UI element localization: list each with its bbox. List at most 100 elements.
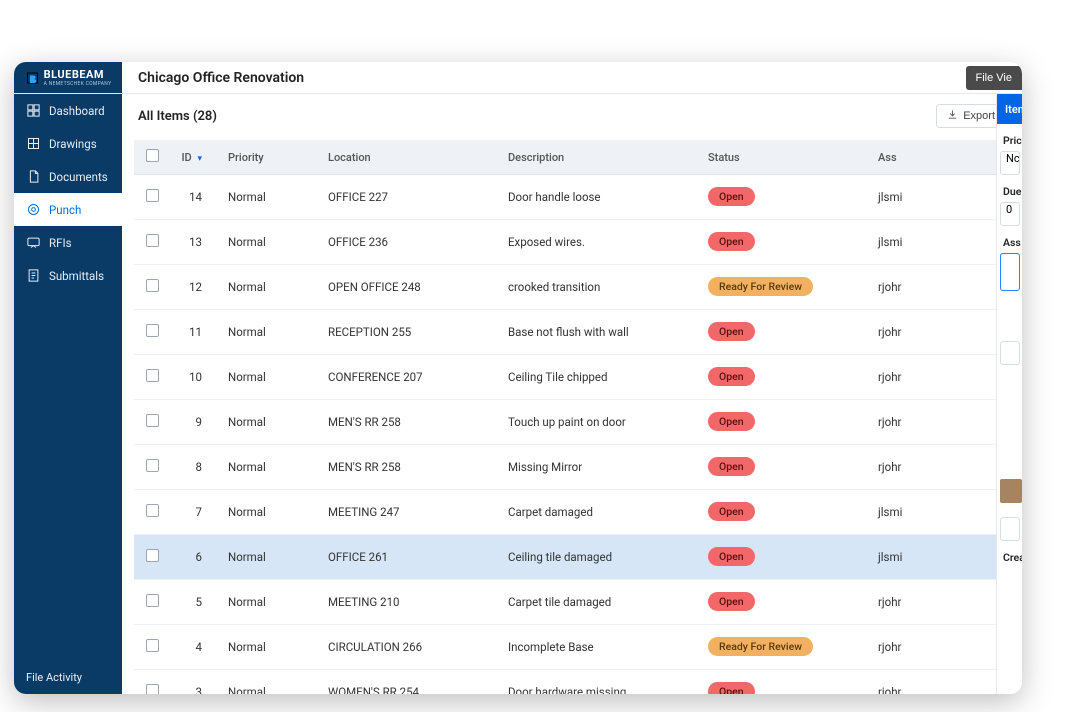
download-icon bbox=[947, 109, 958, 123]
list-title: All Items (28) bbox=[138, 109, 217, 124]
cell-location: MEN'S RR 258 bbox=[320, 400, 500, 445]
table-row[interactable]: 9NormalMEN'S RR 258Touch up paint on doo… bbox=[134, 400, 1010, 445]
table-row[interactable]: 10NormalCONFERENCE 207Ceiling Tile chipp… bbox=[134, 355, 1010, 400]
cell-description: Door hardware missing. bbox=[500, 670, 700, 695]
cell-description: Touch up paint on door bbox=[500, 400, 700, 445]
status-badge: Open bbox=[708, 412, 755, 431]
table-row[interactable]: 5NormalMEETING 210Carpet tile damagedOpe… bbox=[134, 580, 1010, 625]
cell-id: 14 bbox=[170, 175, 220, 220]
cell-priority: Normal bbox=[220, 400, 320, 445]
status-badge: Open bbox=[708, 682, 755, 694]
col-header-checkbox[interactable] bbox=[134, 140, 170, 175]
table-row[interactable]: 14NormalOFFICE 227Door handle looseOpenj… bbox=[134, 175, 1010, 220]
sidebar-item-punch[interactable]: Punch bbox=[14, 193, 122, 226]
details-priority-input[interactable]: Nc bbox=[1000, 151, 1020, 175]
sidebar-item-drawings[interactable]: Drawings bbox=[14, 127, 122, 160]
cell-location: OFFICE 261 bbox=[320, 535, 500, 580]
export-label: Export bbox=[963, 110, 995, 122]
main-content: All Items (28) Export ID ▾ bbox=[122, 94, 1022, 694]
sort-desc-icon: ▾ bbox=[197, 154, 202, 164]
cell-id: 6 bbox=[170, 535, 220, 580]
col-header-assignee[interactable]: Ass bbox=[870, 140, 1010, 175]
details-assignee-input[interactable] bbox=[1000, 253, 1020, 291]
details-assignee-label: Ass bbox=[997, 226, 1022, 253]
details-field-generic-2[interactable] bbox=[1000, 517, 1020, 541]
punch-icon bbox=[26, 202, 41, 217]
table: ID ▾ Priority Location Description Statu… bbox=[122, 140, 1022, 694]
table-row[interactable]: 7NormalMEETING 247Carpet damagedOpenjlsm… bbox=[134, 490, 1010, 535]
sidebar-item-documents[interactable]: Documents bbox=[14, 160, 122, 193]
col-header-description[interactable]: Description bbox=[500, 140, 700, 175]
select-all-checkbox[interactable] bbox=[146, 149, 159, 162]
cell-assignee: rjohr bbox=[870, 445, 1010, 490]
table-row[interactable]: 11NormalRECEPTION 255Base not flush with… bbox=[134, 310, 1010, 355]
cell-location: MEETING 247 bbox=[320, 490, 500, 535]
sidebar-item-label: Drawings bbox=[49, 137, 97, 151]
cell-status: Open bbox=[700, 175, 870, 220]
row-checkbox[interactable] bbox=[146, 459, 159, 472]
col-header-location[interactable]: Location bbox=[320, 140, 500, 175]
rfi-icon bbox=[26, 235, 41, 250]
cell-status: Open bbox=[700, 490, 870, 535]
cell-assignee: jlsmi bbox=[870, 535, 1010, 580]
row-checkbox[interactable] bbox=[146, 324, 159, 337]
sidebar-item-label: Submittals bbox=[49, 269, 104, 283]
documents-icon bbox=[26, 169, 41, 184]
row-checkbox[interactable] bbox=[146, 189, 159, 202]
status-badge: Open bbox=[708, 232, 755, 251]
sidebar-item-dashboard[interactable]: Dashboard bbox=[14, 94, 122, 127]
sidebar-item-submittals[interactable]: Submittals bbox=[14, 259, 122, 292]
table-row[interactable]: 4NormalCIRCULATION 266Incomplete BaseRea… bbox=[134, 625, 1010, 670]
body: Dashboard Drawings DocumentsPunch RFIs Submi… bbox=[14, 94, 1022, 694]
cell-location: OFFICE 236 bbox=[320, 220, 500, 265]
cell-location: OPEN OFFICE 248 bbox=[320, 265, 500, 310]
cell-assignee: jlsmi bbox=[870, 175, 1010, 220]
cell-id: 10 bbox=[170, 355, 220, 400]
table-row[interactable]: 12NormalOPEN OFFICE 248crooked transitio… bbox=[134, 265, 1010, 310]
row-checkbox[interactable] bbox=[146, 594, 159, 607]
table-row[interactable]: 13NormalOFFICE 236Exposed wires.Openjlsm… bbox=[134, 220, 1010, 265]
col-header-priority[interactable]: Priority bbox=[220, 140, 320, 175]
logo[interactable]: BLUEBEAM A NEMETSCHEK COMPANY bbox=[14, 62, 122, 93]
col-header-id[interactable]: ID ▾ bbox=[170, 140, 220, 175]
cell-description: Carpet tile damaged bbox=[500, 580, 700, 625]
sidebar-file-activity[interactable]: File Activity bbox=[14, 661, 122, 694]
cell-id: 9 bbox=[170, 400, 220, 445]
cell-id: 13 bbox=[170, 220, 220, 265]
row-checkbox[interactable] bbox=[146, 504, 159, 517]
details-tab-item[interactable]: Item bbox=[997, 94, 1022, 124]
row-checkbox[interactable] bbox=[146, 279, 159, 292]
cell-description: crooked transition bbox=[500, 265, 700, 310]
cell-location: MEN'S RR 258 bbox=[320, 445, 500, 490]
table-row[interactable]: 3NormalWOMEN'S RR 254Door hardware missi… bbox=[134, 670, 1010, 695]
row-checkbox[interactable] bbox=[146, 414, 159, 427]
cell-assignee: rjohr bbox=[870, 355, 1010, 400]
sidebar-item-label: RFIs bbox=[49, 236, 72, 250]
submittals-icon bbox=[26, 268, 41, 283]
row-checkbox[interactable] bbox=[146, 639, 159, 652]
file-view-button[interactable]: File Vie bbox=[966, 66, 1022, 90]
topbar: BLUEBEAM A NEMETSCHEK COMPANY Chicago Of… bbox=[14, 62, 1022, 94]
details-field-generic[interactable] bbox=[1000, 341, 1020, 365]
table-row[interactable]: 6NormalOFFICE 261Ceiling tile damagedOpe… bbox=[134, 535, 1010, 580]
table-row[interactable]: 8NormalMEN'S RR 258Missing MirrorOpenrjo… bbox=[134, 445, 1010, 490]
details-due-input[interactable]: 0 bbox=[1000, 202, 1020, 226]
sidebar-item-rfis[interactable]: RFIs bbox=[14, 226, 122, 259]
cell-id: 5 bbox=[170, 580, 220, 625]
logo-text: BLUEBEAM bbox=[44, 68, 112, 81]
details-thumbnail[interactable] bbox=[1000, 479, 1022, 503]
cell-id: 11 bbox=[170, 310, 220, 355]
cell-priority: Normal bbox=[220, 175, 320, 220]
row-checkbox[interactable] bbox=[146, 549, 159, 562]
status-badge: Ready For Review bbox=[708, 277, 813, 296]
row-checkbox[interactable] bbox=[146, 684, 159, 695]
cell-id: 8 bbox=[170, 445, 220, 490]
row-checkbox[interactable] bbox=[146, 369, 159, 382]
cell-location: RECEPTION 255 bbox=[320, 310, 500, 355]
row-checkbox[interactable] bbox=[146, 234, 159, 247]
col-header-status[interactable]: Status bbox=[700, 140, 870, 175]
cell-priority: Normal bbox=[220, 535, 320, 580]
cell-assignee: jlsmi bbox=[870, 220, 1010, 265]
cell-assignee: jlsmi bbox=[870, 490, 1010, 535]
logo-icon bbox=[25, 70, 40, 85]
